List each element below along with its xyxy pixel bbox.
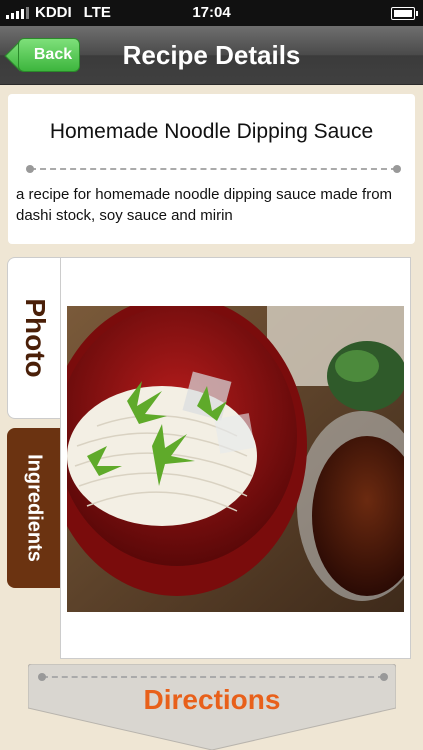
tab-ingredients-label: Ingredients (23, 454, 46, 562)
tab-ingredients[interactable]: Ingredients (7, 428, 61, 588)
status-bar: KDDI LTE 17:04 (0, 0, 423, 26)
battery-icon (391, 7, 418, 20)
recipe-photo (67, 306, 404, 612)
tab-photo-label: Photo (20, 298, 51, 378)
navigation-bar: Back Recipe Details (0, 26, 423, 85)
photo-panel (60, 257, 411, 659)
status-time: 17:04 (192, 4, 231, 21)
recipe-info-card: Homemade Noodle Dipping Sauce a recipe f… (8, 94, 415, 244)
recipe-description: a recipe for homemade noodle dipping sau… (16, 186, 393, 224)
directions-label: Directions (143, 684, 281, 715)
back-button[interactable]: Back (18, 38, 80, 72)
directions-divider (38, 673, 388, 681)
tab-photo[interactable]: Photo (7, 257, 62, 419)
divider (26, 165, 401, 173)
directions-button[interactable]: Directions (28, 664, 396, 750)
recipe-title: Homemade Noodle Dipping Sauce (49, 120, 374, 143)
back-button-label: Back (33, 46, 73, 63)
